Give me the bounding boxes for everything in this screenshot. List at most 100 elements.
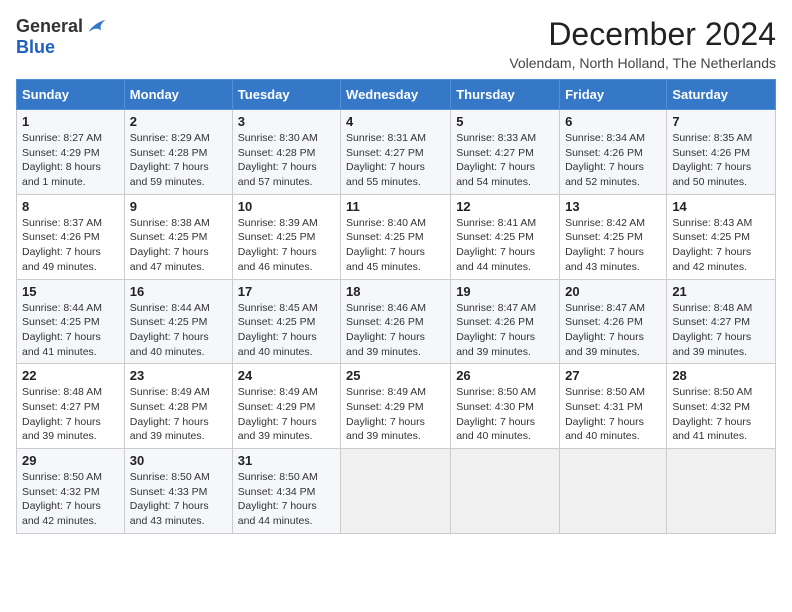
logo: General Blue <box>16 16 107 58</box>
calendar-cell <box>451 449 560 534</box>
calendar-cell: 8Sunrise: 8:37 AM Sunset: 4:26 PM Daylig… <box>17 194 125 279</box>
day-info: Sunrise: 8:42 AM Sunset: 4:25 PM Dayligh… <box>565 216 661 275</box>
day-number: 27 <box>565 368 661 383</box>
calendar-cell: 24 Sunrise: 8:49 AM Sunset: 4:29 PM Dayli… <box>232 364 340 449</box>
calendar-cell: 17 Sunrise: 8:45 AM Sunset: 4:25 PM Dayli… <box>232 279 340 364</box>
calendar-cell <box>560 449 667 534</box>
day-number: 25 <box>346 368 445 383</box>
calendar-cell <box>341 449 451 534</box>
header-monday: Monday <box>124 80 232 110</box>
calendar-week-2: 8Sunrise: 8:37 AM Sunset: 4:26 PM Daylig… <box>17 194 776 279</box>
calendar-cell: 6 Sunrise: 8:34 AM Sunset: 4:26 PM Daylig… <box>560 110 667 195</box>
location: Volendam, North Holland, The Netherlands <box>509 55 776 71</box>
header-sunday: Sunday <box>17 80 125 110</box>
calendar-cell: 2Sunrise: 8:29 AM Sunset: 4:28 PM Daylig… <box>124 110 232 195</box>
calendar-cell: 3 Sunrise: 8:30 AM Sunset: 4:28 PM Daylig… <box>232 110 340 195</box>
title-block: December 2024 Volendam, North Holland, T… <box>509 16 776 71</box>
day-info: Sunrise: 8:44 AM Sunset: 4:25 PM Dayligh… <box>130 301 227 360</box>
day-info: Sunrise: 8:49 AM Sunset: 4:28 PM Dayligh… <box>130 385 227 444</box>
day-info: Sunrise: 8:45 AM Sunset: 4:25 PM Dayligh… <box>238 301 335 360</box>
day-info: Sunrise: 8:50 AM Sunset: 4:32 PM Dayligh… <box>672 385 770 444</box>
day-info: Sunrise: 8:40 AM Sunset: 4:25 PM Dayligh… <box>346 216 445 275</box>
day-number: 17 <box>238 284 335 299</box>
logo-general-text: General <box>16 17 83 37</box>
day-number: 12 <box>456 199 554 214</box>
day-info: Sunrise: 8:30 AM Sunset: 4:28 PM Dayligh… <box>238 131 335 190</box>
day-info: Sunrise: 8:50 AM Sunset: 4:31 PM Dayligh… <box>565 385 661 444</box>
day-info: Sunrise: 8:47 AM Sunset: 4:26 PM Dayligh… <box>565 301 661 360</box>
day-info: Sunrise: 8:49 AM Sunset: 4:29 PM Dayligh… <box>238 385 335 444</box>
day-info: Sunrise: 8:35 AM Sunset: 4:26 PM Dayligh… <box>672 131 770 190</box>
header-wednesday: Wednesday <box>341 80 451 110</box>
calendar-week-4: 22 Sunrise: 8:48 AM Sunset: 4:27 PM Dayli… <box>17 364 776 449</box>
page-header: General Blue December 2024 Volendam, Nor… <box>16 16 776 71</box>
calendar-cell <box>667 449 776 534</box>
day-number: 4 <box>346 114 445 129</box>
day-number: 28 <box>672 368 770 383</box>
day-info: Sunrise: 8:48 AM Sunset: 4:27 PM Dayligh… <box>22 385 119 444</box>
calendar-cell: 9 Sunrise: 8:38 AM Sunset: 4:25 PM Daylig… <box>124 194 232 279</box>
day-number: 20 <box>565 284 661 299</box>
day-info: Sunrise: 8:37 AM Sunset: 4:26 PM Dayligh… <box>22 216 119 275</box>
day-info: Sunrise: 8:44 AM Sunset: 4:25 PM Dayligh… <box>22 301 119 360</box>
calendar-cell: 25 Sunrise: 8:49 AM Sunset: 4:29 PM Dayli… <box>341 364 451 449</box>
header-tuesday: Tuesday <box>232 80 340 110</box>
day-number: 26 <box>456 368 554 383</box>
header-saturday: Saturday <box>667 80 776 110</box>
day-number: 23 <box>130 368 227 383</box>
calendar-cell: 21 Sunrise: 8:48 AM Sunset: 4:27 PM Dayli… <box>667 279 776 364</box>
calendar-week-1: 1Sunrise: 8:27 AM Sunset: 4:29 PM Daylig… <box>17 110 776 195</box>
day-info: Sunrise: 8:34 AM Sunset: 4:26 PM Dayligh… <box>565 131 661 190</box>
day-number: 7 <box>672 114 770 129</box>
day-number: 29 <box>22 453 119 468</box>
day-info: Sunrise: 8:48 AM Sunset: 4:27 PM Dayligh… <box>672 301 770 360</box>
day-number: 24 <box>238 368 335 383</box>
logo-blue-text: Blue <box>16 37 55 57</box>
calendar-cell: 19 Sunrise: 8:47 AM Sunset: 4:26 PM Dayli… <box>451 279 560 364</box>
day-info: Sunrise: 8:33 AM Sunset: 4:27 PM Dayligh… <box>456 131 554 190</box>
calendar-cell: 12 Sunrise: 8:41 AM Sunset: 4:25 PM Dayli… <box>451 194 560 279</box>
calendar-cell: 16Sunrise: 8:44 AM Sunset: 4:25 PM Dayli… <box>124 279 232 364</box>
day-number: 3 <box>238 114 335 129</box>
day-number: 9 <box>130 199 227 214</box>
calendar-cell: 1Sunrise: 8:27 AM Sunset: 4:29 PM Daylig… <box>17 110 125 195</box>
calendar-cell: 13 Sunrise: 8:42 AM Sunset: 4:25 PM Dayli… <box>560 194 667 279</box>
calendar-header-row: SundayMondayTuesdayWednesdayThursdayFrid… <box>17 80 776 110</box>
calendar-cell: 26Sunrise: 8:50 AM Sunset: 4:30 PM Dayli… <box>451 364 560 449</box>
day-number: 22 <box>22 368 119 383</box>
day-number: 14 <box>672 199 770 214</box>
calendar-cell: 18 Sunrise: 8:46 AM Sunset: 4:26 PM Dayli… <box>341 279 451 364</box>
day-number: 13 <box>565 199 661 214</box>
day-info: Sunrise: 8:38 AM Sunset: 4:25 PM Dayligh… <box>130 216 227 275</box>
calendar-cell: 30Sunrise: 8:50 AM Sunset: 4:33 PM Dayli… <box>124 449 232 534</box>
day-info: Sunrise: 8:46 AM Sunset: 4:26 PM Dayligh… <box>346 301 445 360</box>
day-number: 15 <box>22 284 119 299</box>
day-info: Sunrise: 8:49 AM Sunset: 4:29 PM Dayligh… <box>346 385 445 444</box>
calendar-cell: 11Sunrise: 8:40 AM Sunset: 4:25 PM Dayli… <box>341 194 451 279</box>
day-info: Sunrise: 8:41 AM Sunset: 4:25 PM Dayligh… <box>456 216 554 275</box>
header-thursday: Thursday <box>451 80 560 110</box>
calendar-cell: 23 Sunrise: 8:49 AM Sunset: 4:28 PM Dayli… <box>124 364 232 449</box>
day-number: 5 <box>456 114 554 129</box>
calendar-cell: 10 Sunrise: 8:39 AM Sunset: 4:25 PM Dayli… <box>232 194 340 279</box>
calendar-cell: 5 Sunrise: 8:33 AM Sunset: 4:27 PM Daylig… <box>451 110 560 195</box>
day-number: 21 <box>672 284 770 299</box>
day-number: 31 <box>238 453 335 468</box>
calendar-cell: 14Sunrise: 8:43 AM Sunset: 4:25 PM Dayli… <box>667 194 776 279</box>
day-number: 30 <box>130 453 227 468</box>
calendar-table: SundayMondayTuesdayWednesdayThursdayFrid… <box>16 79 776 534</box>
calendar-week-3: 15 Sunrise: 8:44 AM Sunset: 4:25 PM Dayli… <box>17 279 776 364</box>
day-info: Sunrise: 8:31 AM Sunset: 4:27 PM Dayligh… <box>346 131 445 190</box>
calendar-cell: 29 Sunrise: 8:50 AM Sunset: 4:32 PM Dayli… <box>17 449 125 534</box>
day-number: 6 <box>565 114 661 129</box>
day-info: Sunrise: 8:39 AM Sunset: 4:25 PM Dayligh… <box>238 216 335 275</box>
calendar-week-5: 29 Sunrise: 8:50 AM Sunset: 4:32 PM Dayli… <box>17 449 776 534</box>
calendar-cell: 28 Sunrise: 8:50 AM Sunset: 4:32 PM Dayli… <box>667 364 776 449</box>
day-info: Sunrise: 8:47 AM Sunset: 4:26 PM Dayligh… <box>456 301 554 360</box>
month-title: December 2024 <box>509 16 776 53</box>
day-number: 19 <box>456 284 554 299</box>
day-number: 18 <box>346 284 445 299</box>
day-info: Sunrise: 8:50 AM Sunset: 4:34 PM Dayligh… <box>238 470 335 529</box>
day-number: 10 <box>238 199 335 214</box>
day-info: Sunrise: 8:50 AM Sunset: 4:32 PM Dayligh… <box>22 470 119 529</box>
